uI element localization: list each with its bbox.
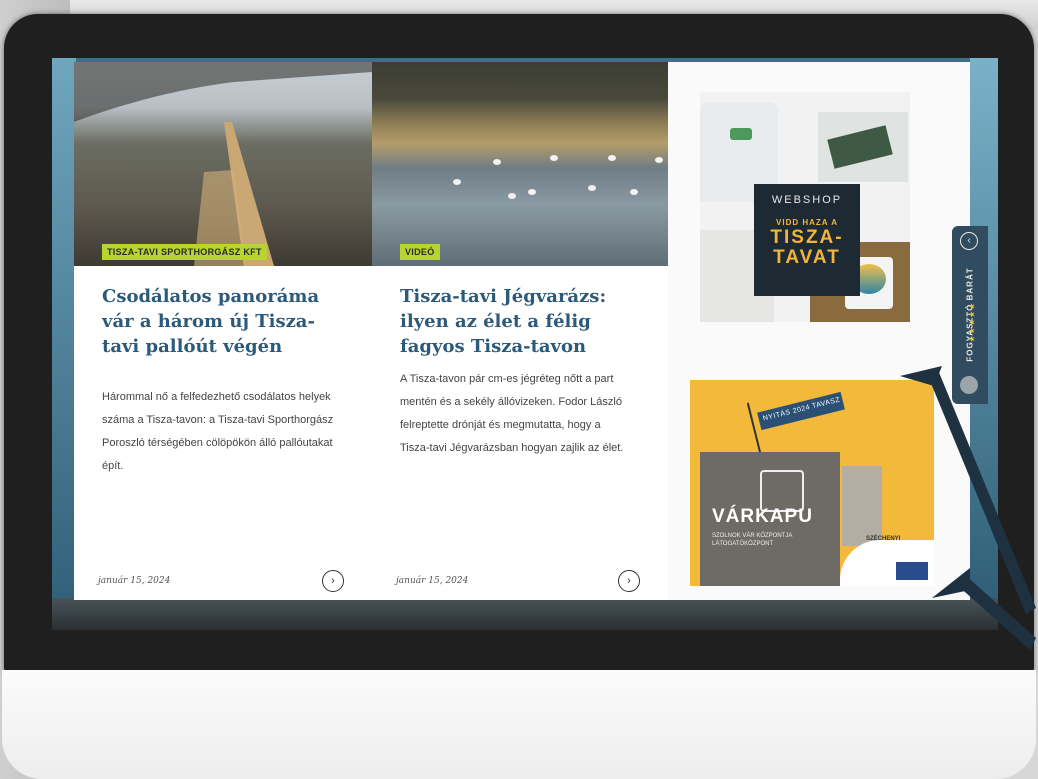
pointer-arrows (900, 366, 1036, 650)
